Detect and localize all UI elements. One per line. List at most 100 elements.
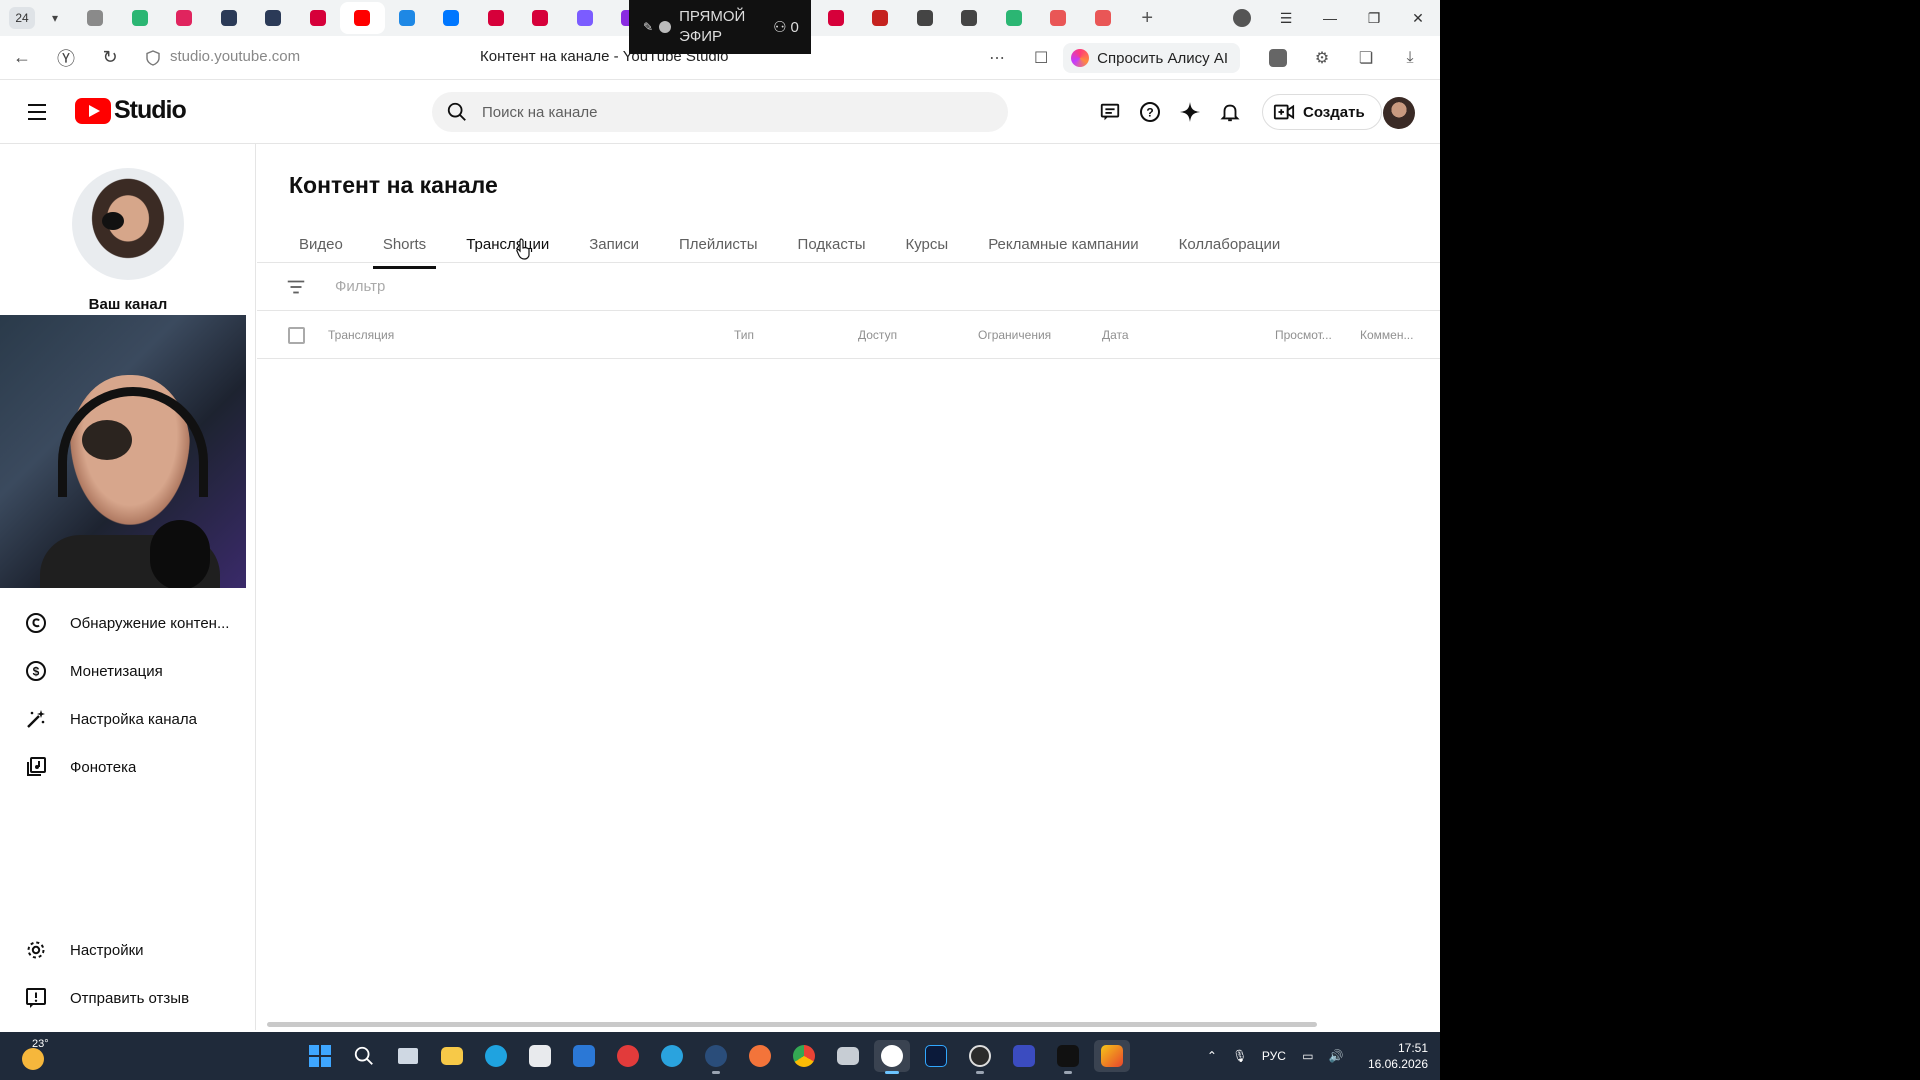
windows-start-icon[interactable] [302,1040,338,1072]
yandex-browser-icon[interactable] [874,1040,910,1074]
browser-tab[interactable] [903,2,948,34]
tab-videos[interactable]: Видео [289,220,353,268]
column-comments[interactable]: Коммен... [1360,328,1413,342]
folder-app-icon[interactable] [830,1040,866,1072]
sidebar-item-content-detection[interactable]: Обнаружение контен... [0,599,256,647]
kinescope-app-icon[interactable] [1094,1040,1130,1072]
tray-expand-icon[interactable]: ⌃ [1198,1049,1226,1063]
store-icon[interactable] [522,1040,558,1072]
column-date[interactable]: Дата [1102,328,1129,342]
file-explorer-icon[interactable] [434,1040,470,1072]
browser-tab[interactable] [429,2,474,34]
sparkle-icon[interactable] [1170,92,1210,132]
comments-icon[interactable] [1090,92,1130,132]
hamburger-menu-icon[interactable] [24,100,52,124]
horizontal-scrollbar[interactable] [267,1022,1317,1027]
studio-logo[interactable]: Studio [75,96,187,125]
search-input[interactable] [482,103,942,121]
tab-collaborations[interactable]: Коллаборации [1169,220,1291,268]
column-restrictions[interactable]: Ограничения [978,328,1051,342]
browser-tab[interactable] [1036,2,1081,34]
chevron-down-icon[interactable]: ▾ [43,6,67,30]
media-app-icon[interactable] [1050,1040,1086,1074]
tab-courses[interactable]: Курсы [895,220,958,268]
profile-icon[interactable] [1220,0,1264,36]
steam-icon[interactable] [698,1040,734,1074]
close-window-button[interactable]: ✕ [1396,0,1440,36]
tab-live[interactable]: Трансляции [456,220,559,268]
photoshop-icon[interactable] [918,1040,954,1072]
volume-icon[interactable]: 🔊 [1322,1049,1350,1063]
create-button[interactable]: Создать [1262,94,1382,130]
obs-icon[interactable] [962,1040,998,1074]
chrome-icon[interactable] [786,1040,822,1072]
extensions-icon[interactable]: ⚙ [1300,36,1344,80]
menu-icon[interactable]: ☰ [1264,0,1308,36]
search-icon[interactable] [446,101,468,123]
browser-tab[interactable] [858,2,903,34]
browser-tab[interactable] [251,2,296,34]
task-view-icon[interactable] [390,1040,426,1072]
account-avatar[interactable] [1383,97,1415,129]
clock[interactable]: 17:51 16.06.2026 [1368,1040,1428,1072]
browser-tab[interactable] [162,2,207,34]
browser-tab[interactable] [1081,2,1126,34]
tab-counter-button[interactable]: 24 [9,7,35,29]
bell-icon[interactable] [1210,92,1250,132]
network-icon[interactable]: ▭ [1294,1049,1322,1063]
stats-app-icon[interactable] [1006,1040,1042,1072]
browser-tab[interactable] [207,2,252,34]
browser-tab[interactable] [73,2,118,34]
back-arrow-icon[interactable]: ← [0,36,44,80]
help-icon[interactable]: ? [1130,92,1170,132]
select-all-checkbox[interactable] [288,327,305,344]
more-icon[interactable]: ⋯ [975,36,1019,80]
browser-tab[interactable] [518,2,563,34]
filter-icon[interactable] [285,276,307,298]
camera-extension-icon[interactable] [1256,36,1300,80]
collections-icon[interactable]: ❏ [1344,36,1388,80]
filter-input[interactable] [335,278,735,295]
new-tab-button[interactable]: + [1125,2,1170,34]
tab-ad-campaigns[interactable]: Рекламные кампании [978,220,1148,268]
sidebar-item-settings[interactable]: Настройки [0,926,256,974]
sidebar-item-audio-library[interactable]: Фонотека [0,743,256,791]
taskbar-search-icon[interactable] [346,1040,382,1072]
restore-button[interactable]: ❐ [1352,0,1396,36]
reload-icon[interactable]: ↻ [88,36,132,80]
yandex-icon[interactable]: Ⓨ [44,36,88,80]
bookmark-icon[interactable]: ☐ [1019,36,1063,80]
browser-tab[interactable] [296,2,341,34]
browser-tab[interactable] [947,2,992,34]
tab-shorts[interactable]: Shorts [372,220,437,269]
tab-playlists[interactable]: Плейлисты [669,220,768,268]
yandex-app-icon[interactable] [610,1040,646,1072]
microphone-icon[interactable]: 🎙 [1226,1049,1254,1063]
download-icon[interactable]: ⤓ [1388,36,1432,80]
browser-tab[interactable] [340,2,385,34]
column-views[interactable]: Просмот... [1275,328,1332,342]
ask-alice-button[interactable]: Спросить Алису AI [1063,43,1240,73]
column-access[interactable]: Доступ [858,328,897,342]
url-text[interactable]: studio.youtube.com [170,48,300,65]
browser-tab[interactable] [118,2,163,34]
minimize-button[interactable]: — [1308,0,1352,36]
browser-tab[interactable] [992,2,1037,34]
weather-widget[interactable]: 23° [20,1038,56,1074]
yandex-music-icon[interactable] [742,1040,778,1072]
column-stream[interactable]: Трансляция [328,328,394,342]
tab-recordings[interactable]: Записи [579,220,649,268]
browser-tab[interactable] [385,2,430,34]
channel-avatar[interactable] [72,168,184,280]
sidebar-item-monetization[interactable]: $ Монетизация [0,647,256,695]
mail-icon[interactable] [566,1040,602,1072]
sidebar-item-feedback[interactable]: Отправить отзыв [0,974,256,1022]
column-type[interactable]: Тип [734,328,754,342]
browser-tab[interactable] [814,2,859,34]
language-indicator[interactable]: РУС [1262,1049,1286,1063]
tab-podcasts[interactable]: Подкасты [788,220,876,268]
telegram-icon[interactable] [654,1040,690,1072]
browser-tab[interactable] [474,2,519,34]
edge-icon[interactable] [478,1040,514,1072]
browser-tab[interactable] [563,2,608,34]
